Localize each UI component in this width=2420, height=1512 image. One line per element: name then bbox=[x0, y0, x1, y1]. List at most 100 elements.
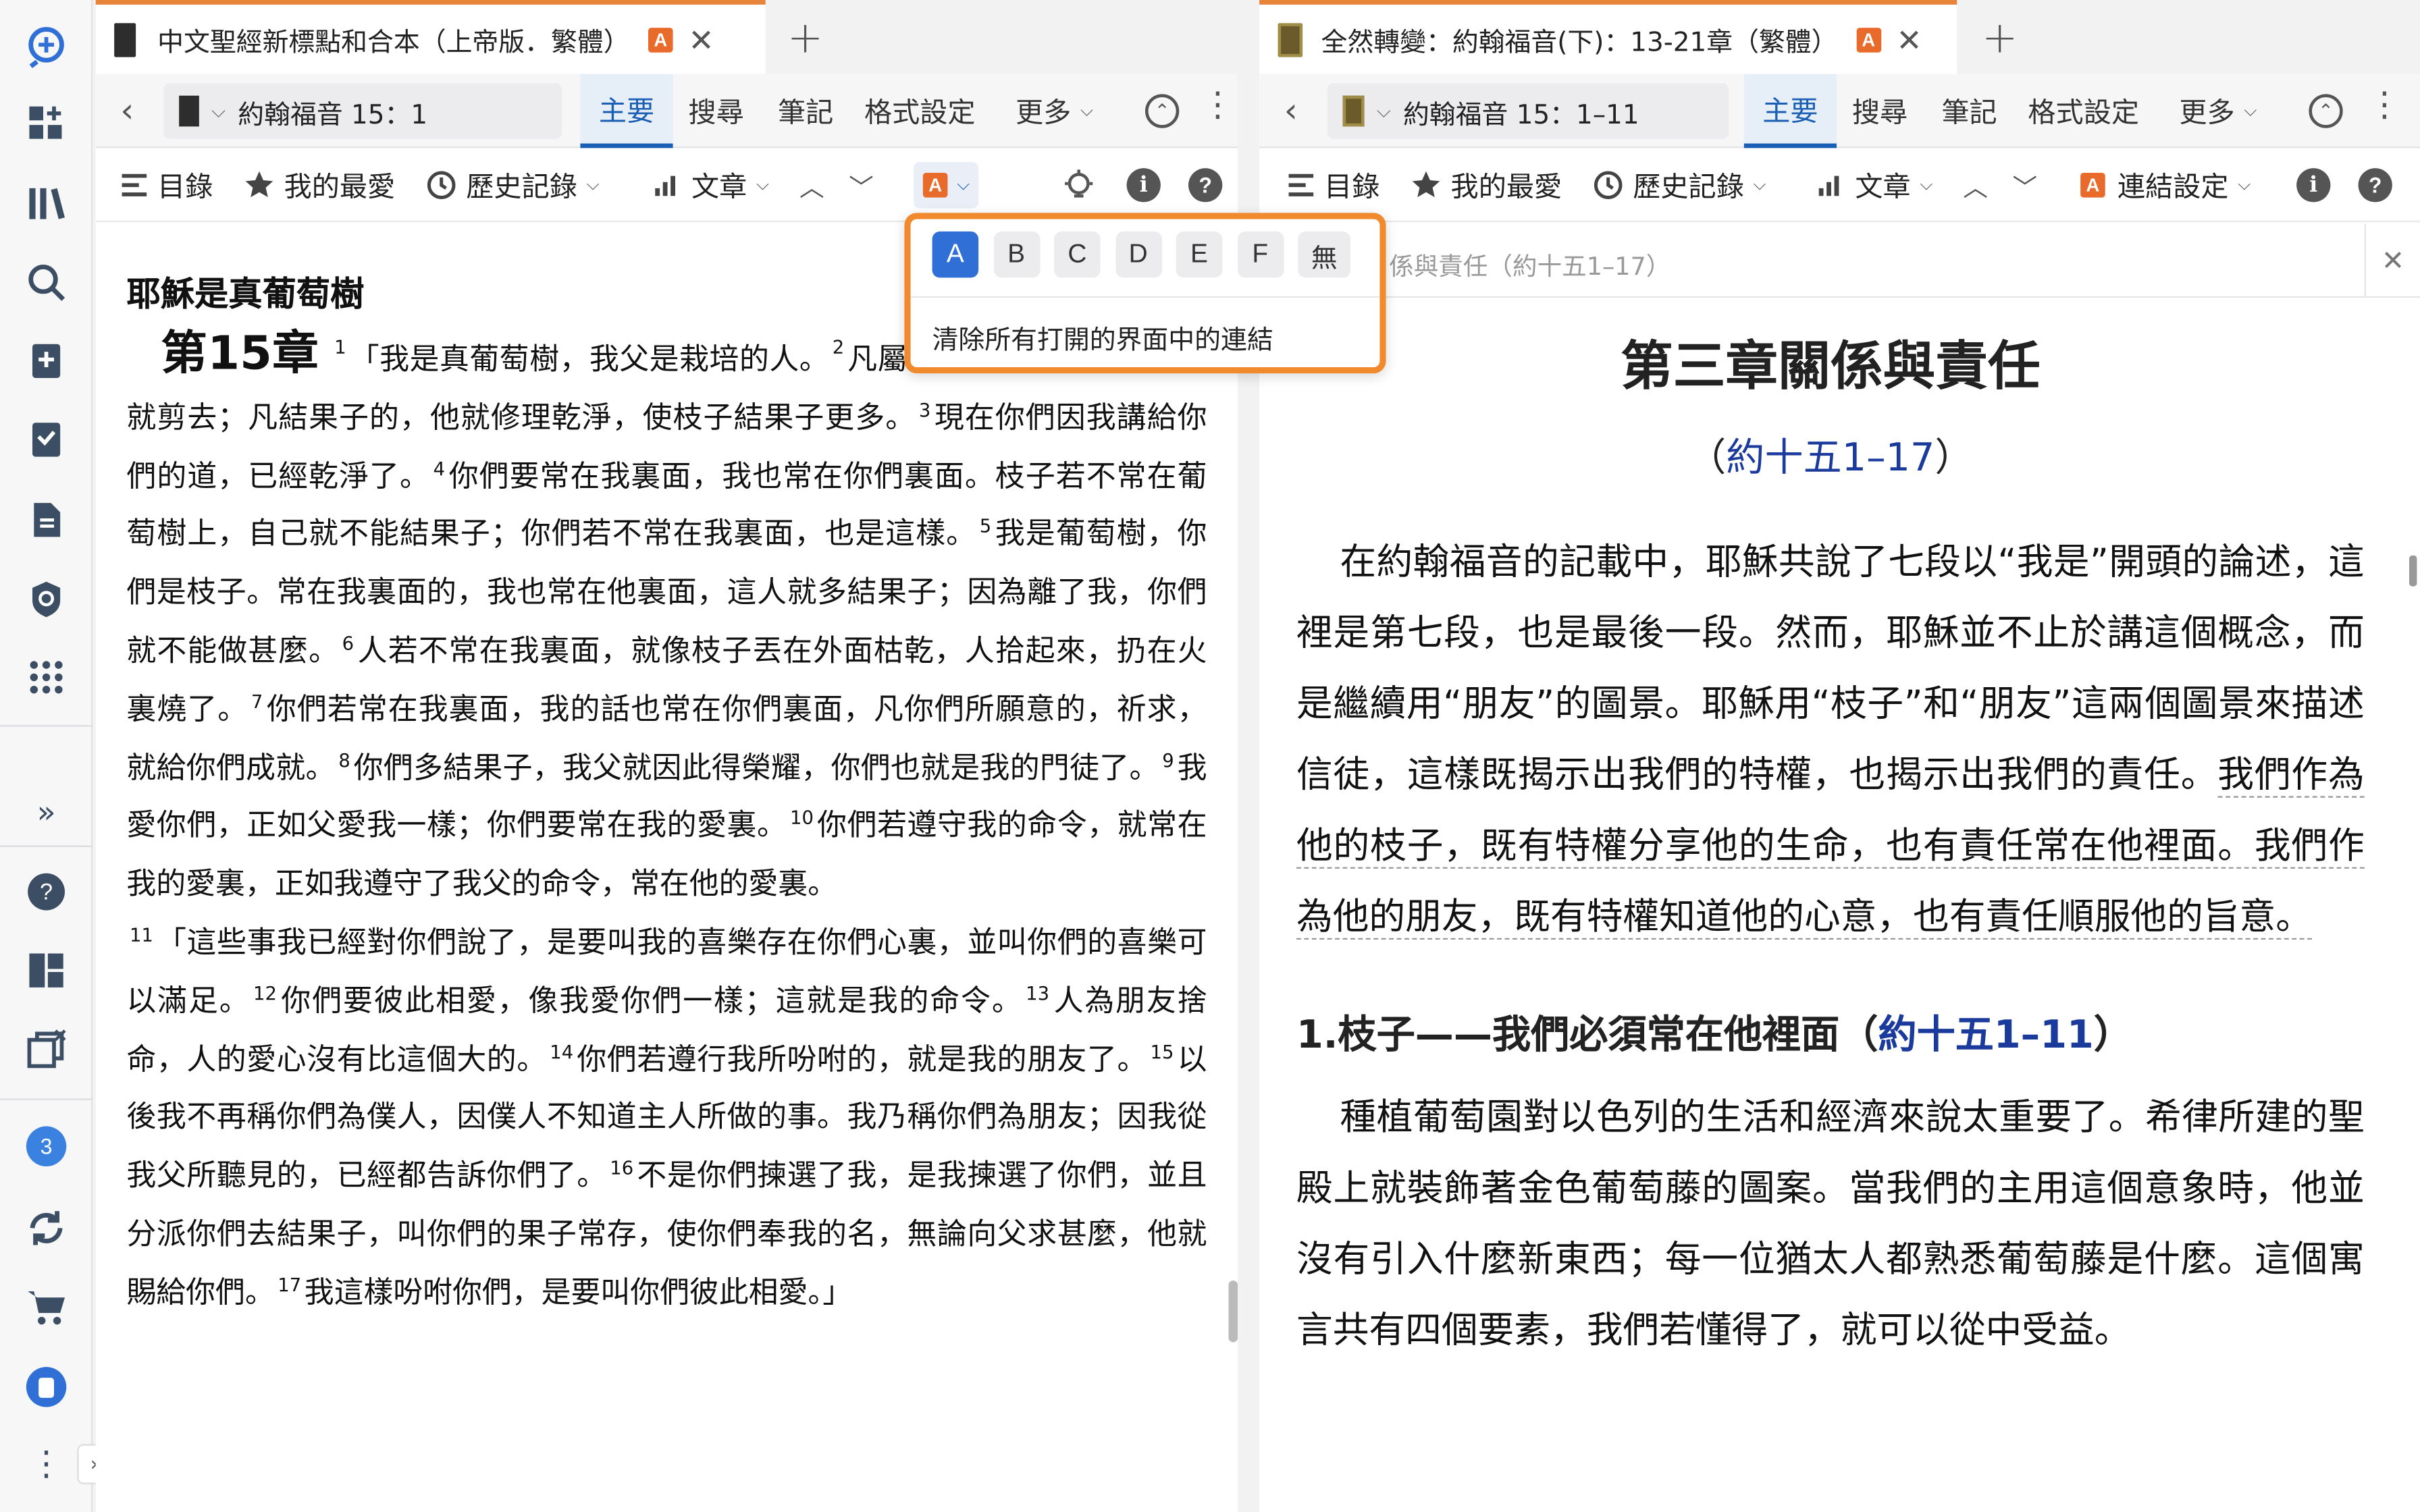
link-set-option-5[interactable]: E bbox=[1176, 231, 1223, 278]
verse-number[interactable]: 11 bbox=[130, 924, 153, 946]
lightbulb-icon[interactable] bbox=[1062, 148, 1105, 222]
layout-icon[interactable] bbox=[18, 943, 74, 998]
reference-input[interactable]: 約翰福音 15：1 bbox=[238, 92, 427, 130]
verse-number[interactable]: 15 bbox=[1150, 1041, 1174, 1062]
link-set-option-3[interactable]: C bbox=[1054, 231, 1101, 278]
help-icon[interactable]: ? bbox=[1188, 148, 1223, 222]
history-button[interactable]: 歷史記錄 ⌵ bbox=[426, 148, 600, 222]
tab-commentary[interactable]: 全然轉變：約翰福音(下)：13-21章（繁體） A ✕ bbox=[1259, 0, 1957, 74]
toc-button[interactable]: 目錄 bbox=[120, 148, 213, 222]
close-icon[interactable]: ✕ bbox=[2364, 223, 2420, 298]
tab-more[interactable]: 更多 ⌵ bbox=[2179, 74, 2257, 148]
tab-bible[interactable]: 中文聖經新標點和合本（上帝版．繁體） A ✕ bbox=[95, 0, 766, 74]
library-icon[interactable] bbox=[18, 176, 74, 232]
scroll-up-icon[interactable]: ⌃ bbox=[2309, 94, 2343, 128]
chevron-down-icon[interactable]: ﹀ bbox=[849, 148, 874, 222]
link-set-option-4[interactable]: D bbox=[1115, 231, 1161, 278]
tab-notes[interactable]: 筆記 bbox=[1941, 74, 1997, 148]
notification-badge[interactable]: 3 bbox=[26, 1126, 67, 1166]
favorites-button[interactable]: 我的最愛 bbox=[244, 148, 395, 222]
verse-number[interactable]: 14 bbox=[550, 1041, 573, 1062]
reference-box[interactable]: ⌵ 約翰福音 15：1 bbox=[163, 83, 562, 139]
close-icon[interactable]: ✕ bbox=[688, 21, 714, 58]
tab-formatting[interactable]: 格式設定 bbox=[864, 74, 976, 148]
tab-search[interactable]: 搜尋 bbox=[1852, 74, 1908, 148]
expand-chevrons-icon[interactable]: » bbox=[18, 784, 74, 839]
verse-number[interactable]: 1 bbox=[334, 336, 346, 358]
verse-number[interactable]: 3 bbox=[919, 400, 930, 421]
chapter-ref-link[interactable]: 約十五1–17 bbox=[1726, 435, 1935, 480]
account-avatar-icon[interactable] bbox=[18, 1359, 74, 1415]
chevron-down-icon[interactable]: ⌵ bbox=[211, 99, 226, 122]
link-set-option-7[interactable]: 無 bbox=[1298, 231, 1350, 278]
toc-button[interactable]: 目錄 bbox=[1287, 148, 1379, 222]
link-set-button[interactable]: A ⌵ bbox=[914, 161, 979, 209]
close-icon[interactable]: ✕ bbox=[1896, 21, 1922, 58]
link-set-option-2[interactable]: B bbox=[993, 231, 1040, 278]
verse-number[interactable]: 5 bbox=[980, 516, 991, 537]
bible-add-icon[interactable] bbox=[18, 333, 74, 389]
tab-notes[interactable]: 筆記 bbox=[778, 74, 833, 148]
new-tab-plus-icon[interactable]: + bbox=[1982, 12, 2018, 63]
article-button[interactable]: 文章 ⌵ bbox=[654, 148, 769, 222]
reference-input[interactable]: 約翰福音 15：1–11 bbox=[1403, 92, 1639, 130]
close-panels-icon[interactable] bbox=[18, 1021, 74, 1077]
dashboard-add-icon[interactable] bbox=[18, 96, 74, 151]
document-icon[interactable] bbox=[18, 492, 74, 547]
more-vertical-icon[interactable]: ⋮ bbox=[1201, 86, 1234, 125]
help-icon[interactable]: ? bbox=[18, 864, 74, 919]
scrollbar[interactable] bbox=[1228, 1280, 1238, 1343]
chevron-down-icon[interactable]: ﹀ bbox=[2013, 148, 2038, 222]
breadcrumb[interactable]: 係與責任（約十五1–17） bbox=[1389, 245, 1671, 282]
section-ref-link[interactable]: 約十五1–11 bbox=[1878, 1012, 2093, 1056]
tab-more[interactable]: 更多 ⌵ bbox=[1016, 74, 1093, 148]
scroll-up-icon[interactable]: ⌃ bbox=[1145, 94, 1180, 128]
search-icon[interactable] bbox=[18, 254, 74, 310]
link-set-tag: A bbox=[1856, 26, 1881, 52]
link-set-option-1[interactable]: A bbox=[932, 231, 979, 278]
reference-box[interactable]: ⌵ 約翰福音 15：1–11 bbox=[1327, 83, 1729, 139]
verse-number[interactable]: 4 bbox=[433, 458, 445, 479]
history-button[interactable]: 歷史記錄 ⌵ bbox=[1593, 148, 1766, 222]
info-icon[interactable]: i bbox=[1126, 148, 1161, 222]
tasks-icon[interactable] bbox=[18, 412, 74, 467]
back-arrow-icon[interactable]: ‹ bbox=[120, 92, 134, 131]
tab-formatting[interactable]: 格式設定 bbox=[2028, 74, 2139, 148]
book-icon bbox=[179, 95, 199, 127]
tab-main[interactable]: 主要 bbox=[1743, 74, 1837, 148]
chevron-up-icon[interactable]: ︿ bbox=[1963, 148, 1988, 222]
chevron-up-icon[interactable]: ︿ bbox=[799, 148, 824, 222]
cart-icon[interactable] bbox=[18, 1279, 74, 1334]
chapter-reference: （約十五1–17） bbox=[1296, 427, 2365, 483]
scrollbar[interactable] bbox=[2409, 555, 2417, 587]
apps-grid-icon[interactable] bbox=[18, 649, 74, 705]
link-settings-button[interactable]: A 連結設定 ⌵ bbox=[2080, 148, 2251, 222]
verse-number[interactable]: 13 bbox=[1026, 982, 1049, 1004]
verse-number[interactable]: 10 bbox=[790, 807, 814, 829]
verse-number[interactable]: 6 bbox=[342, 632, 354, 654]
help-icon[interactable]: ? bbox=[2358, 148, 2392, 222]
article-button[interactable]: 文章 ⌵ bbox=[1818, 148, 1932, 222]
verse-number[interactable]: 7 bbox=[251, 691, 263, 712]
clear-links-menu-item[interactable]: 清除所有打開的界面中的連結 bbox=[932, 318, 1273, 356]
verse-number[interactable]: 9 bbox=[1162, 749, 1174, 771]
more-vertical-icon[interactable]: ⋮ bbox=[18, 1438, 74, 1493]
more-vertical-icon[interactable]: ⋮ bbox=[2367, 86, 2401, 125]
new-tab-plus-icon[interactable]: + bbox=[787, 12, 824, 63]
verse-number[interactable]: 8 bbox=[338, 749, 350, 771]
link-set-option-6[interactable]: F bbox=[1236, 231, 1284, 278]
shield-icon[interactable] bbox=[18, 571, 74, 626]
chevron-down-icon[interactable]: ⌵ bbox=[1377, 99, 1391, 122]
chevron-down-icon: ⌵ bbox=[586, 174, 600, 194]
verse-number[interactable]: 16 bbox=[610, 1158, 633, 1179]
verse-number[interactable]: 2 bbox=[833, 336, 844, 358]
sync-icon[interactable] bbox=[18, 1200, 74, 1256]
favorites-button[interactable]: 我的最愛 bbox=[1411, 148, 1562, 222]
logos-search-icon[interactable] bbox=[18, 18, 74, 74]
tab-main[interactable]: 主要 bbox=[580, 74, 673, 148]
verse-number[interactable]: 12 bbox=[253, 982, 277, 1004]
back-arrow-icon[interactable]: ‹ bbox=[1284, 92, 1298, 131]
info-icon[interactable]: i bbox=[2296, 148, 2331, 222]
tab-search[interactable]: 搜尋 bbox=[688, 74, 743, 148]
verse-number[interactable]: 17 bbox=[278, 1274, 301, 1295]
